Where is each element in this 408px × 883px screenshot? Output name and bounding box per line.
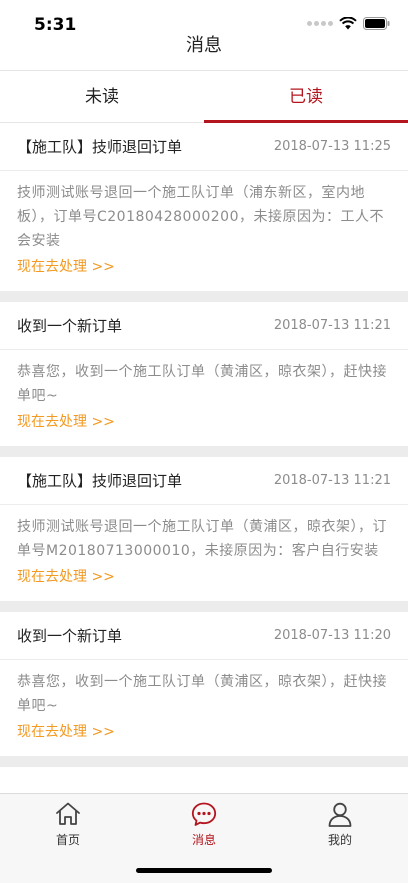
message-text: 技师测试账号退回一个施工队订单（浦东新区，室内地板），订单号C201804280… bbox=[17, 185, 384, 249]
message-icon bbox=[191, 802, 217, 826]
message-body: 技师测试账号退回一个施工队订单（浦东新区，室内地板），订单号C201804280… bbox=[0, 171, 408, 291]
signal-icon bbox=[307, 21, 333, 26]
tabbar-label: 我的 bbox=[327, 833, 352, 847]
tabbar-label: 首页 bbox=[55, 833, 80, 847]
nav-bar: 消息 bbox=[0, 28, 408, 70]
message-card[interactable]: 【施工队】技师退回订单 2018-07-13 11:21 技师测试账号退回一个施… bbox=[0, 457, 408, 612]
message-header: 收到一个新订单 2018-07-13 11:20 bbox=[0, 612, 408, 660]
message-list[interactable]: 【施工队】技师退回订单 2018-07-13 11:25 技师测试账号退回一个施… bbox=[0, 123, 408, 793]
message-card[interactable]: 收到一个新订单 2018-07-13 11:21 恭喜您，收到一个施工队订单（黄… bbox=[0, 302, 408, 457]
message-header: 收到一个新订单 2018-07-13 11:21 bbox=[0, 302, 408, 350]
message-text: 恭喜您，收到一个施工队订单（黄浦区，晾衣架），赶快接单吧~ bbox=[17, 364, 387, 404]
tabbar-home[interactable]: 首页 bbox=[0, 794, 136, 883]
home-indicator[interactable] bbox=[136, 868, 272, 873]
message-time: 2018-07-13 11:21 bbox=[273, 473, 391, 488]
tabbar-label: 消息 bbox=[191, 833, 216, 847]
message-time: 2018-07-13 11:20 bbox=[273, 628, 391, 643]
message-text: 恭喜您，收到一个施工队订单（黄浦区，晾衣架），赶快接单吧~ bbox=[17, 674, 387, 714]
message-time: 2018-07-13 11:21 bbox=[273, 318, 391, 333]
message-title: 【施工队】技师退回订单 bbox=[17, 138, 183, 156]
process-link[interactable]: 现在去处理 >> bbox=[17, 565, 391, 589]
process-link[interactable]: 现在去处理 >> bbox=[17, 410, 391, 434]
message-title: 收到一个新订单 bbox=[17, 627, 123, 645]
message-title: 收到一个新订单 bbox=[17, 317, 123, 335]
message-card[interactable]: 【施工队】技师退回订单 2018-07-13 11:25 技师测试账号退回一个施… bbox=[0, 123, 408, 302]
message-header: 【施工队】技师退回订单 2018-07-13 11:25 bbox=[0, 123, 408, 171]
message-body: 技师测试账号退回一个施工队订单（黄浦区，晾衣架），订单号M20180713000… bbox=[0, 505, 408, 601]
message-title: 【施工队】技师退回订单 bbox=[17, 472, 183, 490]
process-link[interactable]: 现在去处理 >> bbox=[17, 255, 391, 279]
home-icon bbox=[56, 802, 80, 825]
message-card[interactable]: 收到一个新订单 2018-07-13 11:20 恭喜您，收到一个施工队订单（黄… bbox=[0, 612, 408, 767]
message-body: 恭喜您，收到一个施工队订单（黄浦区，晾衣架），赶快接单吧~ 现在去处理 >> bbox=[0, 350, 408, 446]
message-header: 【施工队】技师退回订单 2018-07-13 11:21 bbox=[0, 457, 408, 505]
message-time: 2018-07-13 11:25 bbox=[273, 139, 391, 154]
tab-read[interactable]: 已读 bbox=[204, 71, 408, 123]
process-link[interactable]: 现在去处理 >> bbox=[17, 720, 391, 744]
profile-icon bbox=[328, 802, 352, 827]
message-body: 恭喜您，收到一个施工队订单（黄浦区，晾衣架），赶快接单吧~ 现在去处理 >> bbox=[0, 660, 408, 756]
message-tabs: 未读 已读 bbox=[0, 70, 408, 123]
tab-unread[interactable]: 未读 bbox=[0, 71, 204, 122]
message-text: 技师测试账号退回一个施工队订单（黄浦区，晾衣架），订单号M20180713000… bbox=[17, 519, 387, 559]
page-title: 消息 bbox=[186, 35, 222, 56]
tabbar-profile[interactable]: 我的 bbox=[272, 794, 408, 883]
